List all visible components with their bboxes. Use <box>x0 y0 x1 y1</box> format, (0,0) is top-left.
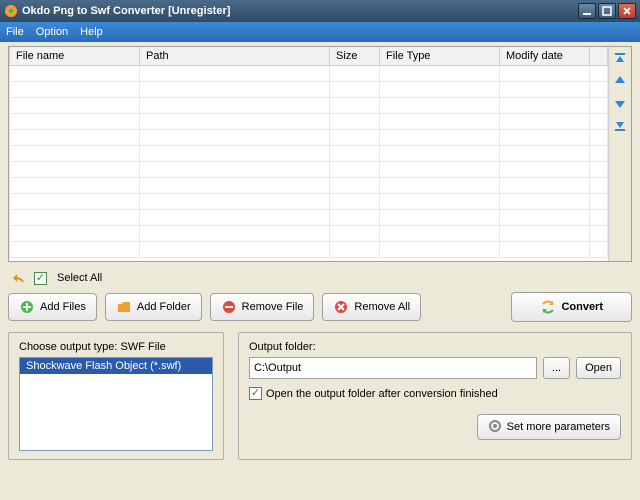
output-type-listbox[interactable]: Shockwave Flash Object (*.swf) <box>19 357 213 451</box>
col-size[interactable]: Size <box>330 47 380 65</box>
table-row <box>10 81 608 97</box>
undo-icon[interactable] <box>10 270 28 286</box>
col-path[interactable]: Path <box>140 47 330 65</box>
output-folder-label: Output folder: <box>249 341 621 353</box>
menu-help[interactable]: Help <box>80 26 103 38</box>
move-down-icon[interactable] <box>612 95 628 111</box>
output-type-panel: Choose output type: SWF File Shockwave F… <box>8 332 224 460</box>
file-grid[interactable]: File name Path Size File Type Modify dat… <box>9 47 609 261</box>
table-row <box>10 65 608 81</box>
side-toolbar <box>609 47 631 261</box>
table-row <box>10 113 608 129</box>
select-row: Select All <box>10 270 632 286</box>
col-filetype[interactable]: File Type <box>380 47 500 65</box>
close-button[interactable] <box>618 3 636 19</box>
col-modify[interactable]: Modify date <box>500 47 590 65</box>
table-row <box>10 129 608 145</box>
set-more-parameters-button[interactable]: Set more parameters <box>477 414 621 440</box>
output-folder-panel: Output folder: ... Open Open the output … <box>238 332 632 460</box>
menu-option[interactable]: Option <box>36 26 68 38</box>
maximize-button[interactable] <box>598 3 616 19</box>
table-row <box>10 241 608 257</box>
convert-button[interactable]: Convert <box>511 292 632 322</box>
add-files-button[interactable]: Add Files <box>8 293 97 321</box>
move-bottom-icon[interactable] <box>612 117 628 133</box>
table-row <box>10 97 608 113</box>
titlebar: Okdo Png to Swf Converter [Unregister] <box>0 0 640 22</box>
select-all-checkbox[interactable] <box>34 272 47 285</box>
menubar: File Option Help <box>0 22 640 42</box>
table-row <box>10 145 608 161</box>
move-up-icon[interactable] <box>612 73 628 89</box>
remove-file-button[interactable]: Remove File <box>210 293 315 321</box>
menu-file[interactable]: File <box>6 26 24 38</box>
table-row <box>10 193 608 209</box>
open-after-label: Open the output folder after conversion … <box>266 388 498 400</box>
table-row <box>10 225 608 241</box>
open-after-checkbox[interactable] <box>249 387 262 400</box>
open-button[interactable]: Open <box>576 357 621 379</box>
select-all-label: Select All <box>57 272 102 284</box>
table-row <box>10 177 608 193</box>
button-row: Add Files Add Folder Remove File Remove … <box>8 292 632 322</box>
remove-all-icon <box>333 299 349 315</box>
move-top-icon[interactable] <box>612 51 628 67</box>
folder-icon <box>116 299 132 315</box>
col-blank <box>590 47 608 65</box>
gear-icon <box>488 419 502 436</box>
output-type-label: Choose output type: SWF File <box>19 341 213 353</box>
table-row <box>10 161 608 177</box>
add-folder-button[interactable]: Add Folder <box>105 293 202 321</box>
browse-button[interactable]: ... <box>543 357 570 379</box>
remove-icon <box>221 299 237 315</box>
file-grid-container: File name Path Size File Type Modify dat… <box>8 46 632 262</box>
minimize-button[interactable] <box>578 3 596 19</box>
output-folder-input[interactable] <box>249 357 537 379</box>
table-row <box>10 209 608 225</box>
plus-icon <box>19 299 35 315</box>
list-item[interactable]: Shockwave Flash Object (*.swf) <box>20 358 212 374</box>
window-title: Okdo Png to Swf Converter [Unregister] <box>22 5 230 17</box>
remove-all-button[interactable]: Remove All <box>322 293 421 321</box>
convert-icon <box>540 299 556 315</box>
app-logo-icon <box>4 4 18 18</box>
col-filename[interactable]: File name <box>10 47 140 65</box>
